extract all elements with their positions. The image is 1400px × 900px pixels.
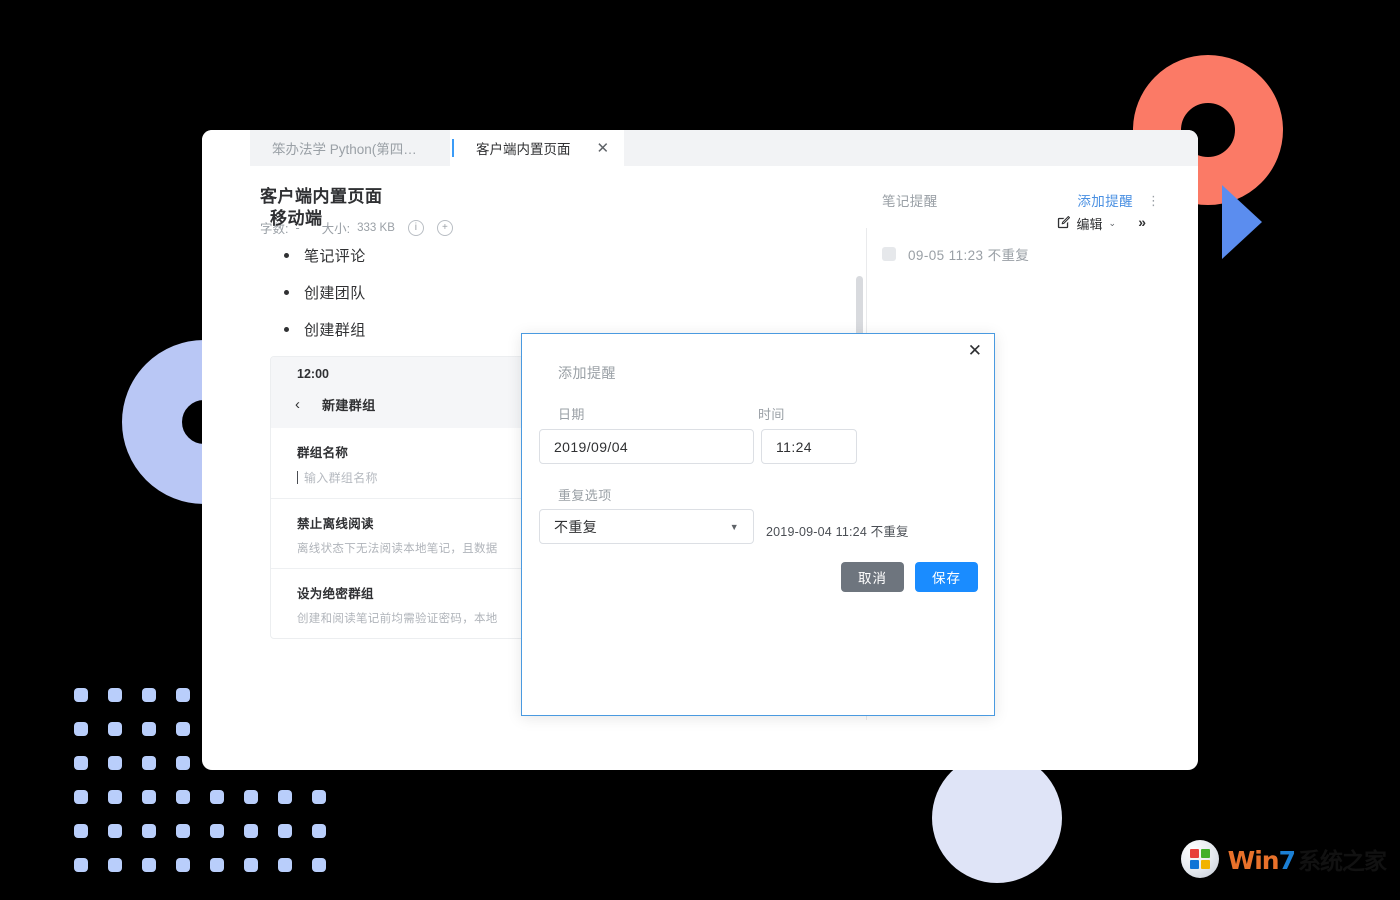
watermark: Win 7 系统之家 — [1180, 840, 1387, 878]
cancel-button[interactable]: 取消 — [841, 562, 904, 592]
phone-nav-title: 新建群组 — [322, 398, 376, 413]
grid-dot — [244, 824, 258, 838]
grid-dot — [210, 858, 224, 872]
grid-dot — [74, 688, 88, 702]
tab-label: 客户端内置页面 — [476, 142, 571, 157]
bullet-list: 笔记评论 创建团队 创建群组 — [282, 245, 840, 340]
lavender-circle-decoration — [932, 753, 1062, 883]
time-input[interactable]: 11:24 — [761, 429, 857, 464]
grid-dot — [176, 722, 190, 736]
watermark-seven: 7 — [1278, 846, 1296, 875]
grid-dot — [142, 688, 156, 702]
grid-dot — [74, 858, 88, 872]
grid-dot — [142, 790, 156, 804]
grid-dot — [74, 790, 88, 804]
text-caret — [297, 471, 298, 484]
save-button[interactable]: 保存 — [915, 562, 978, 592]
dialog-title: 添加提醒 — [558, 365, 616, 381]
chevron-down-icon: ▼ — [729, 521, 739, 532]
repeat-preview-text: 2019-09-04 11:24 不重复 — [766, 525, 909, 539]
tab-close-icon[interactable]: ✕ — [597, 141, 610, 156]
grid-dot — [244, 858, 258, 872]
grid-dot — [142, 858, 156, 872]
close-icon[interactable]: ✕ — [968, 342, 982, 359]
bullet-item: 笔记评论 — [282, 245, 840, 266]
grid-dot — [74, 824, 88, 838]
logo-quadrant-green — [1200, 849, 1210, 858]
kebab-menu-icon[interactable]: ⋮ — [1147, 194, 1160, 207]
grid-dot — [108, 824, 122, 838]
repeat-select[interactable]: 不重复 ▼ — [539, 509, 754, 544]
tab-bar: 笨办法学 Python(第四版... 客户端内置页面 ✕ — [202, 130, 1198, 166]
date-input-value: 2019/09/04 — [554, 438, 629, 455]
grid-dot — [176, 824, 190, 838]
grid-dot — [74, 722, 88, 736]
grid-dot — [108, 756, 122, 770]
screenshot-stage: 笨办法学 Python(第四版... 客户端内置页面 ✕ 客户端内置页面 字数:… — [0, 0, 1400, 900]
grid-dot — [312, 824, 326, 838]
grid-dot — [108, 790, 122, 804]
grid-dot — [210, 790, 224, 804]
grid-dot — [142, 722, 156, 736]
grid-dot — [142, 756, 156, 770]
add-reminder-button[interactable]: 添加提醒 — [1077, 190, 1133, 210]
grid-dot — [176, 688, 190, 702]
grid-dot — [278, 824, 292, 838]
blue-triangle-decoration — [1222, 185, 1262, 259]
input-placeholder: 输入群组名称 — [304, 471, 378, 485]
reminder-panel-title: 笔记提醒 — [882, 194, 938, 209]
tab-label: 笨办法学 Python(第四版... — [272, 142, 428, 157]
grid-dot — [278, 858, 292, 872]
logo-quadrant-red — [1189, 849, 1199, 858]
tab-python-book[interactable]: 笨办法学 Python(第四版... — [250, 130, 450, 166]
grid-dot — [108, 858, 122, 872]
repeat-select-value: 不重复 — [554, 518, 598, 535]
watermark-cn: 系统之家 — [1298, 848, 1387, 874]
date-field-label: 日期 — [558, 407, 585, 422]
date-input[interactable]: 2019/09/04 — [539, 429, 754, 464]
logo-quadrant-yellow — [1200, 860, 1210, 869]
section-heading: 移动端 — [270, 209, 323, 228]
add-reminder-dialog: ✕ 添加提醒 日期 时间 2019/09/04 11:24 重复选项 不重复 ▼… — [521, 333, 995, 716]
watermark-win: Win — [1227, 846, 1280, 875]
grid-dot — [142, 824, 156, 838]
reminder-text: 09-05 11:23 不重复 — [908, 248, 1030, 263]
grid-dot — [108, 688, 122, 702]
document-header: 客户端内置页面 字数: - 大小: 333 KB i + 编辑 ⌄ » — [202, 166, 1198, 236]
bullet-item: 创建团队 — [282, 282, 840, 303]
reminder-panel: 笔记提醒 添加提醒 ⋮ 09-05 11:23 不重复 — [882, 190, 1172, 264]
windows-logo-icon — [1180, 840, 1219, 878]
tab-client-page[interactable]: 客户端内置页面 ✕ — [454, 130, 624, 166]
time-input-value: 11:24 — [776, 438, 812, 455]
grid-dot — [312, 858, 326, 872]
grid-dot — [176, 790, 190, 804]
grid-dot — [278, 790, 292, 804]
grid-dot — [74, 756, 88, 770]
grid-dot — [176, 756, 190, 770]
grid-dot — [244, 790, 258, 804]
logo-quadrant-blue — [1189, 860, 1199, 869]
grid-dot — [108, 722, 122, 736]
tab-bar-empty-area — [623, 130, 1198, 166]
grid-dot — [210, 824, 224, 838]
reminder-list-item[interactable]: 09-05 11:23 不重复 — [882, 244, 1172, 264]
repeat-field-label: 重复选项 — [558, 488, 612, 503]
grid-dot — [312, 790, 326, 804]
dialog-actions: 取消 保存 — [841, 562, 978, 592]
reminder-checkbox[interactable] — [882, 247, 896, 261]
grid-dot — [176, 858, 190, 872]
reminder-panel-header: 笔记提醒 添加提醒 ⋮ — [882, 190, 1172, 210]
watermark-text: Win 7 系统之家 — [1227, 842, 1387, 876]
back-chevron-icon[interactable]: ‹ — [295, 396, 300, 413]
time-field-label: 时间 — [758, 407, 785, 422]
